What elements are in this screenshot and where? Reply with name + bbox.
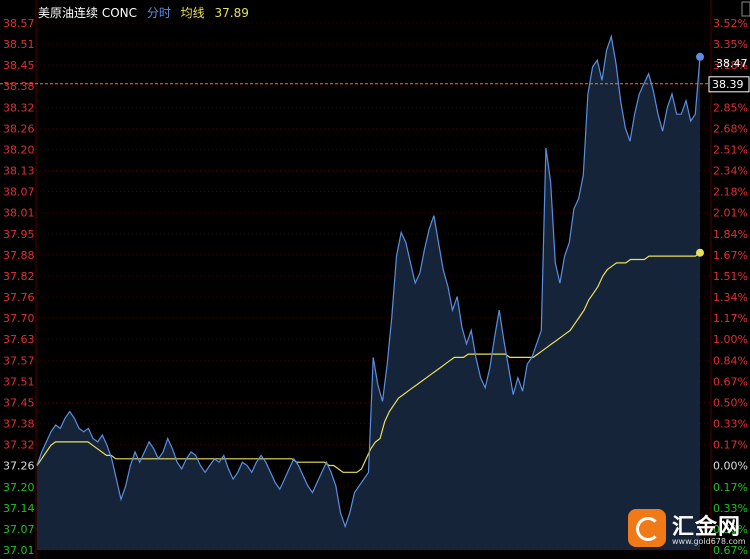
left-tick-label: 37.07 <box>3 523 35 536</box>
right-tick-label: 0.50% <box>713 396 748 409</box>
left-tick-label: 37.95 <box>3 228 35 241</box>
legend-instrument: 美原油连续 CONC <box>38 5 137 20</box>
left-tick-label: 37.82 <box>3 270 35 283</box>
right-tick-label: 0.84% <box>713 354 748 367</box>
right-tick-label: 1.84% <box>713 228 748 241</box>
intraday-chart: 38.57 38.51 38.45 38.38 38.32 38.26 38.20 38.13… <box>0 0 750 559</box>
left-tick-label: 37.70 <box>3 312 35 325</box>
left-tick-label: 38.01 <box>3 207 35 220</box>
current-price-label: 38.39 <box>712 78 744 91</box>
watermark: 汇金网 www.gold678.com <box>628 507 746 551</box>
right-tick-label: 0.33% <box>713 418 748 431</box>
left-tick-label: 38.07 <box>3 186 35 199</box>
right-tick-label: 2.68% <box>713 122 748 135</box>
right-tick-label: 2.85% <box>713 101 748 114</box>
right-tick-label: 3.52% <box>713 17 748 30</box>
right-tick-label: 2.01% <box>713 207 748 220</box>
right-tick-label: 3.35% <box>713 38 748 51</box>
average-endpoint-marker <box>696 248 704 257</box>
right-tick-label: 1.17% <box>713 312 748 325</box>
left-tick-label: 38.32 <box>3 101 35 114</box>
left-tick-label: 38.51 <box>3 38 35 51</box>
right-axis-ticks: 3.52%3.35%3.18%3.01%2.85%2.68%2.51%2.34%… <box>713 17 748 557</box>
right-tick-label: 0.17% <box>713 481 748 494</box>
gold678-logo-icon <box>628 509 666 547</box>
chart-legend: 美原油连续 CONC 分时 均线 37.89 <box>38 5 249 20</box>
left-tick-label: 37.63 <box>3 333 35 346</box>
legend-avg-value: 37.89 <box>215 6 249 20</box>
left-tick-label: 37.76 <box>3 291 35 304</box>
current-price-badge: 38.39 <box>708 76 750 93</box>
right-tick-label: 2.34% <box>713 165 748 178</box>
left-tick-label: 38.38 <box>3 80 35 93</box>
last-price-label: 38.47 <box>716 57 748 70</box>
left-tick-label: 37.38 <box>3 418 35 431</box>
right-tick-label: 1.00% <box>713 333 748 346</box>
right-tick-label: 0.67% <box>713 375 748 388</box>
left-axis-ticks: 38.57 38.51 38.45 38.38 38.32 38.26 38.20 38.13… <box>3 17 35 557</box>
left-tick-label: 38.57 <box>3 17 35 30</box>
watermark-url: www.gold678.com <box>672 537 746 546</box>
right-tick-label: 1.51% <box>713 270 748 283</box>
price-endpoint-marker <box>696 52 704 61</box>
left-tick-label: 37.26 <box>3 460 35 473</box>
right-tick-label: 2.18% <box>713 186 748 199</box>
left-tick-label: 37.57 <box>3 354 35 367</box>
left-tick-label: 38.45 <box>3 59 35 72</box>
left-tick-label: 37.88 <box>3 249 35 262</box>
legend-series-label: 分时 <box>147 6 171 20</box>
left-tick-label: 37.20 <box>3 481 35 494</box>
left-tick-label: 37.32 <box>3 439 35 452</box>
right-tick-label: 0.17% <box>713 439 748 452</box>
left-tick-label: 37.01 <box>3 544 35 557</box>
right-tick-label: 1.67% <box>713 249 748 262</box>
left-tick-label: 38.26 <box>3 122 35 135</box>
legend-avg-label: 均线 <box>181 6 205 20</box>
corner-button[interactable] <box>741 1 750 17</box>
right-tick-label: 2.51% <box>713 143 748 156</box>
left-tick-label: 37.45 <box>3 396 35 409</box>
left-tick-label: 38.13 <box>3 165 35 178</box>
right-tick-label: 0.00% <box>713 460 748 473</box>
right-tick-label: 1.34% <box>713 291 748 304</box>
left-tick-label: 37.14 <box>3 502 35 515</box>
left-tick-label: 38.20 <box>3 143 35 156</box>
left-tick-label: 37.51 <box>3 375 35 388</box>
